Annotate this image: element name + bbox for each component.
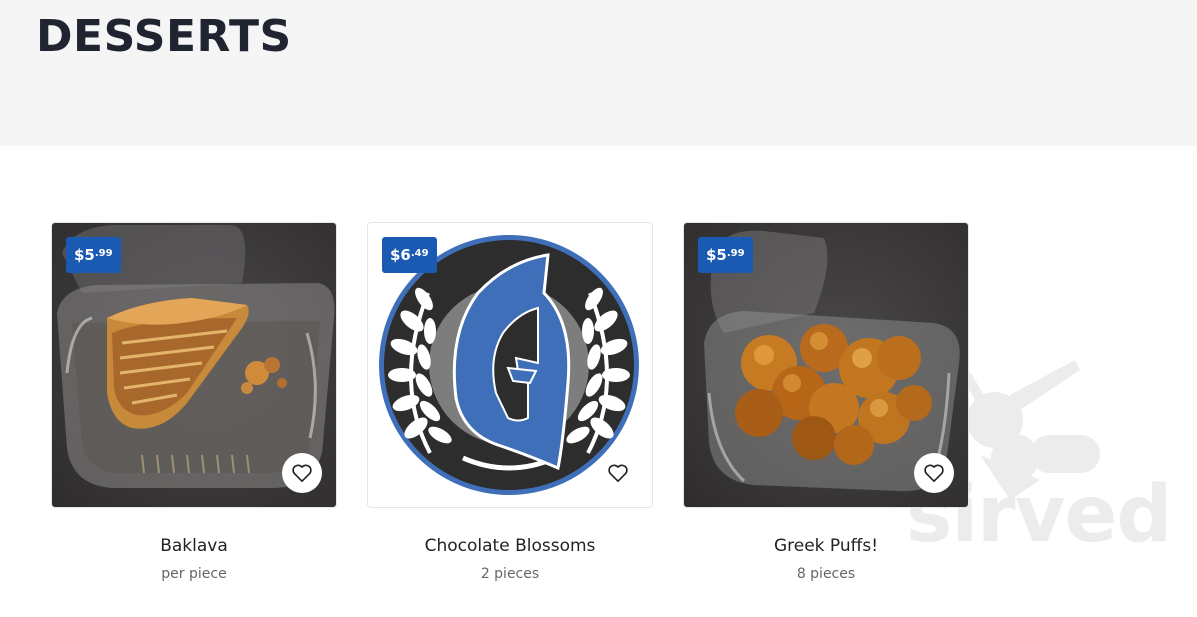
price-badge: $5.99: [698, 237, 753, 273]
price-cents: .49: [410, 248, 429, 259]
greek-puffs-photo[interactable]: $5.99: [683, 222, 969, 508]
price-main: $5: [74, 246, 95, 264]
price-badge: $6.49: [382, 237, 437, 273]
price-main: $6: [390, 246, 411, 264]
section-header: DESSERTS: [0, 0, 1197, 146]
price-main: $5: [706, 246, 727, 264]
heart-icon: [292, 464, 312, 482]
section-title: DESSERTS: [36, 11, 292, 62]
favorite-button[interactable]: [914, 453, 954, 493]
heart-icon: [924, 464, 944, 482]
item-description: per piece: [161, 566, 227, 582]
price-badge: $5.99: [66, 237, 121, 273]
item-description: 2 pieces: [480, 566, 540, 582]
item-name[interactable]: Baklava: [51, 536, 337, 556]
item-name[interactable]: Chocolate Blossoms: [367, 536, 653, 556]
item-name[interactable]: Greek Puffs!: [683, 536, 969, 556]
favorite-button[interactable]: [598, 453, 638, 493]
item-description: 8 pieces: [796, 566, 856, 582]
price-cents: .99: [726, 248, 745, 259]
menu-item-card[interactable]: $5.99 Greek Puffs! 8 pieces: [683, 222, 969, 582]
heart-icon: [608, 464, 628, 482]
favorite-button[interactable]: [282, 453, 322, 493]
menu-item-card[interactable]: $5.99 Baklava per piece: [51, 222, 337, 582]
spartan-helmet-logo[interactable]: $6.49: [367, 222, 653, 508]
baklava-photo[interactable]: $5.99: [51, 222, 337, 508]
menu-item-card[interactable]: $6.49 Chocolate Blossoms 2 pieces: [367, 222, 653, 582]
price-cents: .99: [94, 248, 113, 259]
